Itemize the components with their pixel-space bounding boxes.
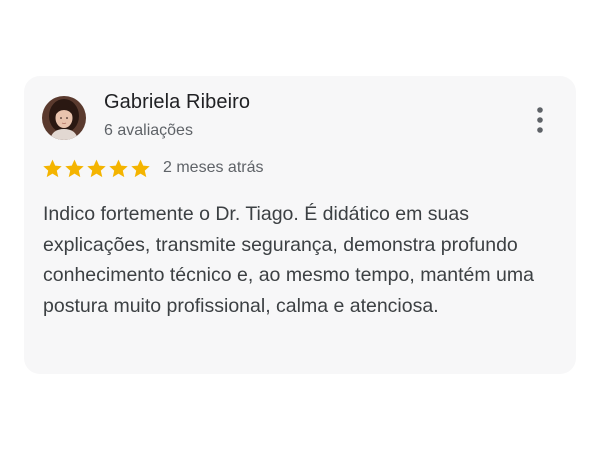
avatar[interactable] — [42, 96, 86, 140]
star-icon — [109, 159, 128, 177]
review-time: 2 meses atrás — [163, 159, 264, 176]
reviewer-name[interactable]: Gabriela Ribeiro — [104, 91, 250, 114]
star-icon — [43, 159, 62, 177]
review-card: Gabriela Ribeiro 6 avaliações 2 meses at… — [24, 76, 576, 374]
reviewer-review-count: 6 avaliações — [104, 122, 193, 139]
star-icon — [131, 159, 150, 177]
star-icon — [65, 159, 84, 177]
star-icon — [87, 159, 106, 177]
more-options-button[interactable] — [522, 102, 558, 138]
rating-row: 2 meses atrás — [42, 156, 263, 180]
avatar-image — [42, 96, 86, 140]
more-vertical-icon — [537, 107, 543, 133]
review-text: Indico fortemente o Dr. Tiago. É didátic… — [43, 203, 534, 317]
star-rating — [42, 158, 151, 179]
